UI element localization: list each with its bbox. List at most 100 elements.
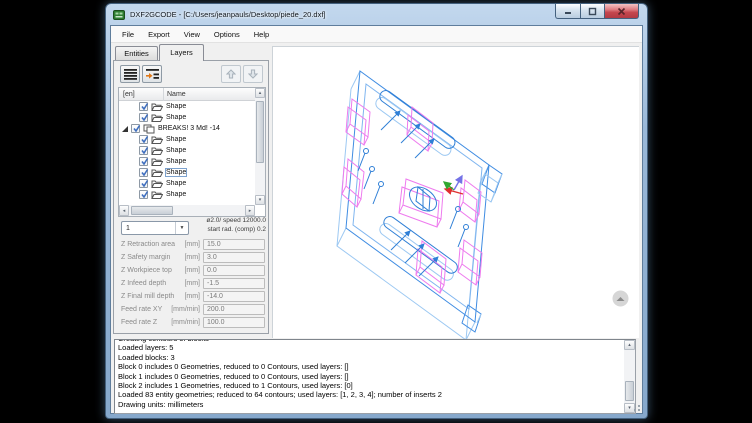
- tree-horizontal-scrollbar[interactable]: ◂ ▸: [119, 205, 255, 216]
- checkbox-checked[interactable]: [139, 179, 148, 188]
- feed-rate-xy-field[interactable]: [203, 304, 265, 315]
- tree-row-shape[interactable]: Shape: [119, 101, 255, 112]
- tool-select[interactable]: 1 ▼: [121, 221, 189, 235]
- param-label: Z Workpiece top: [121, 265, 172, 277]
- checkbox-checked[interactable]: [139, 135, 148, 144]
- tree-row-shape[interactable]: Shape: [119, 145, 255, 156]
- z-safety-margin-field[interactable]: [203, 252, 265, 263]
- log-lines: Creating contours of blocks Loaded layer…: [118, 340, 623, 413]
- param-label: Z Retraction area: [121, 239, 175, 251]
- param-unit: [mm/min]: [171, 304, 200, 316]
- tree-row-shape[interactable]: Shape: [119, 156, 255, 167]
- tree-row-label: Shape: [166, 180, 186, 187]
- z-retraction-area-field[interactable]: [203, 239, 265, 250]
- tree-header: [en] Name: [119, 88, 265, 101]
- scrollbar-thumb[interactable]: [131, 206, 173, 215]
- param-row: Z Workpiece top [mm]: [114, 265, 268, 278]
- param-row: Z Safety margin [mm]: [114, 252, 268, 265]
- origin-axes-icon: [444, 176, 463, 194]
- folder-icon: [151, 135, 163, 145]
- param-row: Feed rate XY [mm/min]: [114, 304, 268, 317]
- checkbox-checked[interactable]: [139, 168, 148, 177]
- scroll-up-button[interactable]: ▴: [255, 88, 265, 98]
- expand-all-button[interactable]: [142, 65, 162, 83]
- menu-view[interactable]: View: [177, 26, 207, 43]
- param-label: Z Infeed depth: [121, 278, 166, 290]
- scroll-right-button[interactable]: ▸: [245, 205, 255, 216]
- tree-row-label: Shape: [166, 158, 186, 165]
- resize-grip[interactable]: [632, 403, 641, 412]
- tree-row-shape[interactable]: Shape: [119, 134, 255, 145]
- view-orbit-button[interactable]: [612, 290, 629, 307]
- plate-outline: [346, 71, 489, 322]
- layers-panel: [en] Name Shape Shape: [113, 60, 269, 334]
- scroll-down-button[interactable]: ▾: [255, 195, 265, 205]
- param-label: Z Safety margin: [121, 252, 170, 264]
- tree-vertical-scrollbar[interactable]: ▴ ▾: [255, 88, 265, 205]
- tree-row-label: Shape: [166, 147, 186, 154]
- folder-icon: [151, 146, 163, 156]
- menu-export[interactable]: Export: [141, 26, 177, 43]
- menu-help[interactable]: Help: [247, 26, 276, 43]
- log-line: Drawing units: millimeters: [118, 400, 623, 409]
- checkbox-checked[interactable]: [139, 190, 148, 199]
- client-area: File Export View Options Help Entities L…: [110, 25, 643, 414]
- tree-row-shape[interactable]: Shape: [119, 189, 255, 200]
- z-workpiece-top-field[interactable]: [203, 265, 265, 276]
- expanded-twisty-icon[interactable]: [121, 125, 129, 133]
- feed-rate-z-field[interactable]: [203, 317, 265, 328]
- z-final-mill-depth-field[interactable]: [203, 291, 265, 302]
- folder-icon: [151, 113, 163, 123]
- pocket-boxes: [342, 99, 482, 293]
- tool-info-line1: ø2.0/ speed 12000.0: [190, 217, 266, 226]
- scroll-up-button[interactable]: ▴: [624, 340, 635, 350]
- tree-row-layer-breaks[interactable]: BREAKS! 3 Md! -14: [119, 123, 255, 134]
- cad-viewport[interactable]: [272, 46, 639, 338]
- checkbox-checked[interactable]: [139, 113, 148, 122]
- tree-column-checked[interactable]: [en]: [123, 88, 135, 101]
- z-infeed-depth-field[interactable]: [203, 278, 265, 289]
- param-unit: [mm/min]: [171, 317, 200, 329]
- layer-icon: [143, 124, 155, 134]
- menu-file[interactable]: File: [115, 26, 141, 43]
- scroll-left-button[interactable]: ◂: [119, 205, 129, 216]
- checkbox-checked[interactable]: [131, 124, 140, 133]
- tab-entities[interactable]: Entities: [115, 46, 158, 60]
- menu-options[interactable]: Options: [207, 26, 247, 43]
- close-icon: [617, 7, 626, 16]
- move-layer-down-button[interactable]: [243, 65, 263, 83]
- param-row: Z Infeed depth [mm]: [114, 278, 268, 291]
- tool-info-line2: start rad. (comp) 0.2: [190, 226, 266, 235]
- checkbox-checked[interactable]: [139, 146, 148, 155]
- checkbox-checked[interactable]: [139, 102, 148, 111]
- checkbox-checked[interactable]: [139, 157, 148, 166]
- center-boss: [405, 182, 441, 216]
- scrollbar-thumb[interactable]: [625, 381, 634, 401]
- minimize-button[interactable]: [555, 4, 580, 19]
- param-row: Z Final mill depth [mm]: [114, 291, 268, 304]
- move-layer-up-button[interactable]: [221, 65, 241, 83]
- tree-row-label: Shape: [166, 114, 186, 121]
- app-icon: [113, 9, 125, 21]
- window-title: DXF2GCODE - [C:/Users/jeanpauls/Desktop/…: [130, 4, 326, 25]
- layer-tree: [en] Name Shape Shape: [118, 87, 266, 217]
- param-unit: [mm]: [184, 291, 200, 303]
- titlebar[interactable]: DXF2GCODE - [C:/Users/jeanpauls/Desktop/…: [106, 4, 647, 25]
- maximize-button[interactable]: [580, 4, 605, 19]
- scrollbar-thumb[interactable]: [256, 101, 264, 163]
- param-row: Z Retraction area [mm]: [114, 239, 268, 252]
- tree-row-shape[interactable]: Shape: [119, 178, 255, 189]
- folder-icon: [151, 102, 163, 112]
- tree-column-name[interactable]: Name: [163, 88, 186, 101]
- close-button[interactable]: [605, 4, 639, 19]
- log-output[interactable]: Creating contours of blocks Loaded layer…: [114, 339, 636, 414]
- tree-row-shape[interactable]: Shape: [119, 112, 255, 123]
- log-line: Loaded 83 entity geometries; reduced to …: [118, 390, 623, 399]
- maximize-icon: [588, 7, 597, 16]
- log-line: Block 0 includes 0 Geometries, reduced t…: [118, 362, 623, 371]
- tree-row-shape-focused[interactable]: Shape: [119, 167, 255, 178]
- tab-layers[interactable]: Layers: [159, 44, 204, 61]
- collapse-all-button[interactable]: [120, 65, 140, 83]
- arrow-up-icon: [226, 69, 236, 79]
- param-label: Z Final mill depth: [121, 291, 174, 303]
